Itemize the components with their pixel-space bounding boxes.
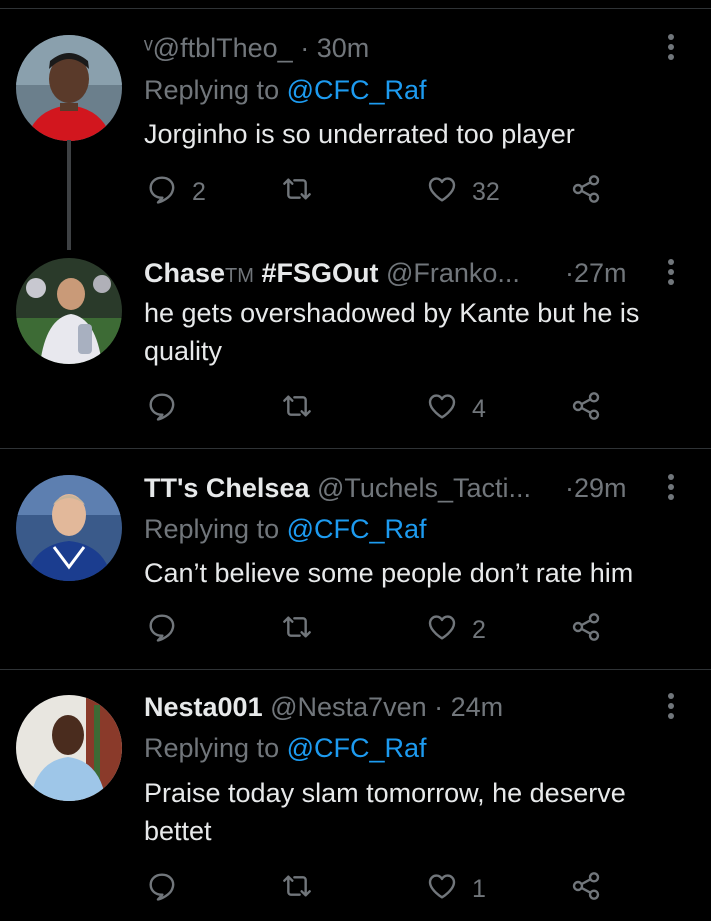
- retweet-button[interactable]: [281, 612, 327, 648]
- reply-button[interactable]: [146, 391, 192, 427]
- display-name[interactable]: Nesta001: [144, 692, 263, 722]
- like-button[interactable]: 32: [426, 174, 500, 210]
- replying-label: Replying to: [144, 514, 280, 544]
- separator: ·: [565, 258, 574, 288]
- handle[interactable]: @Tuchels_Tacti...: [317, 473, 531, 503]
- like-count: 1: [472, 874, 486, 903]
- reply-button[interactable]: 2: [146, 174, 206, 210]
- mention-link[interactable]: @CFC_Raf: [287, 75, 427, 105]
- like-count: 4: [472, 394, 486, 423]
- retweet-button[interactable]: [281, 391, 327, 427]
- separator: ·: [565, 473, 574, 503]
- action-bar: 4: [144, 391, 614, 427]
- mention-link[interactable]: @CFC_Raf: [287, 733, 427, 763]
- avatar[interactable]: [16, 258, 122, 364]
- share-button[interactable]: [570, 174, 602, 210]
- mention-link[interactable]: @CFC_Raf: [287, 514, 427, 544]
- tweet-text: Jorginho is so underrated too player: [144, 119, 575, 149]
- tweet-header: ᵛ@ftblTheo_ · 30m: [144, 32, 651, 64]
- share-button[interactable]: [570, 612, 602, 648]
- timestamp[interactable]: 29m: [574, 473, 627, 503]
- share-icon: [570, 870, 602, 909]
- divider: [0, 448, 711, 449]
- timestamp[interactable]: 24m: [451, 692, 504, 722]
- avatar[interactable]: [16, 35, 122, 141]
- display-name-suffix: #FSGOut: [261, 258, 379, 288]
- tweet-header: Nesta001 @Nesta7ven · 24m: [144, 691, 651, 723]
- more-icon[interactable]: [656, 255, 686, 289]
- like-button[interactable]: 2: [426, 612, 486, 648]
- retweet-icon: [281, 870, 313, 909]
- tweet-text: Praise today slam tomorrow, he deserve b…: [144, 778, 626, 846]
- share-icon: [570, 390, 602, 429]
- thread-line: [67, 140, 71, 250]
- replying-to: Replying to @CFC_Raf: [144, 513, 427, 545]
- tweet-text: Can’t believe some people don’t rate him: [144, 558, 634, 588]
- like-icon: [426, 390, 458, 429]
- share-icon: [570, 173, 602, 212]
- separator: ·: [300, 33, 310, 63]
- more-icon[interactable]: [656, 689, 686, 723]
- share-icon: [570, 611, 602, 650]
- handle[interactable]: @Nesta7ven: [270, 692, 427, 722]
- divider: [0, 669, 711, 670]
- reply-icon: [146, 611, 178, 650]
- reply-count: 2: [192, 177, 206, 206]
- tweet-text: he gets overshadowed by Kante but he is …: [144, 298, 640, 366]
- top-divider: [0, 8, 711, 9]
- like-icon: [426, 870, 458, 909]
- reply-button[interactable]: [146, 871, 192, 907]
- like-button[interactable]: 1: [426, 871, 486, 907]
- name-tm: TM: [225, 265, 254, 287]
- retweet-button[interactable]: [281, 871, 327, 907]
- display-name[interactable]: TT's Chelsea: [144, 473, 309, 503]
- action-bar: 2 32: [144, 174, 614, 210]
- timestamp[interactable]: 27m: [574, 258, 627, 288]
- avatar[interactable]: [16, 475, 122, 581]
- like-icon: [426, 173, 458, 212]
- like-count: 32: [472, 177, 500, 206]
- separator: ·: [434, 692, 444, 722]
- replying-to: Replying to @CFC_Raf: [144, 74, 427, 106]
- share-button[interactable]: [570, 871, 602, 907]
- retweet-icon: [281, 390, 313, 429]
- timestamp[interactable]: 30m: [317, 33, 370, 63]
- reply-icon: [146, 390, 178, 429]
- action-bar: 2: [144, 612, 614, 648]
- replying-to: Replying to @CFC_Raf: [144, 732, 427, 764]
- like-button[interactable]: 4: [426, 391, 486, 427]
- handle[interactable]: ᵛ@ftblTheo_: [144, 33, 293, 63]
- retweet-icon: [281, 173, 313, 212]
- handle[interactable]: @Franko...: [386, 258, 520, 288]
- replying-label: Replying to: [144, 733, 280, 763]
- replying-label: Replying to: [144, 75, 280, 105]
- tweet-time: ·27m: [565, 257, 627, 289]
- reply-button[interactable]: [146, 612, 192, 648]
- share-button[interactable]: [570, 391, 602, 427]
- action-bar: 1: [144, 871, 614, 907]
- display-name[interactable]: Chase: [144, 258, 225, 288]
- retweet-button[interactable]: [281, 174, 327, 210]
- more-icon[interactable]: [656, 30, 686, 64]
- like-count: 2: [472, 615, 486, 644]
- more-icon[interactable]: [656, 470, 686, 504]
- reply-icon: [146, 870, 178, 909]
- avatar[interactable]: [16, 695, 122, 801]
- retweet-icon: [281, 611, 313, 650]
- like-icon: [426, 611, 458, 650]
- tweet-time: ·29m: [565, 472, 627, 504]
- reply-icon: [146, 173, 178, 212]
